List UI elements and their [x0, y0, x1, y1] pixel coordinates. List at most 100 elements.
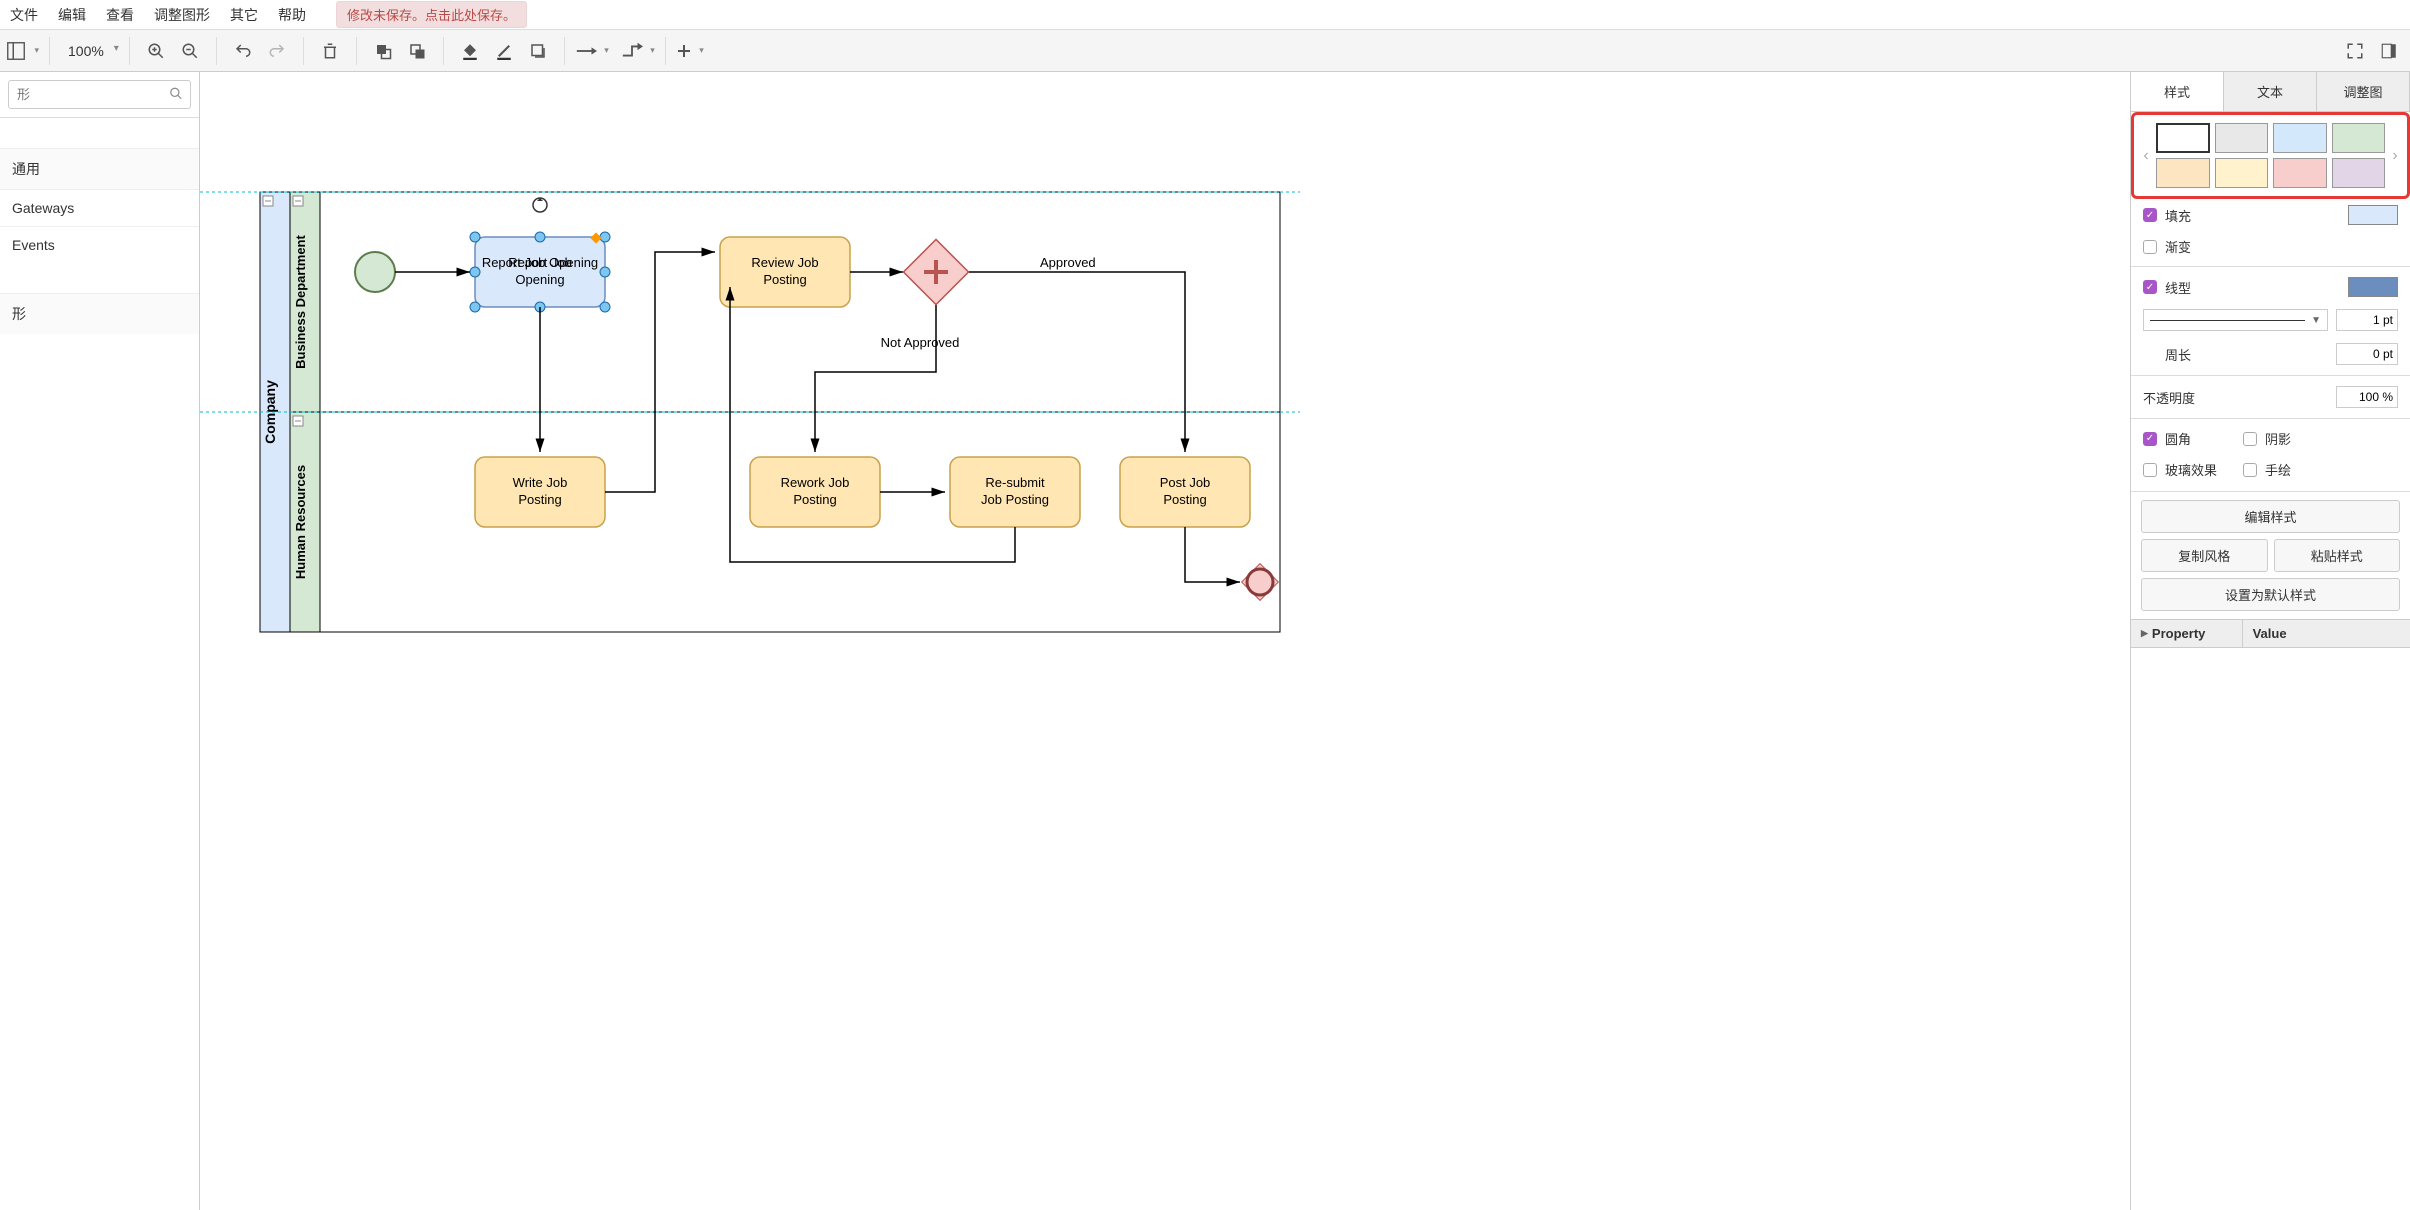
preset-swatch-0[interactable] [2156, 123, 2210, 153]
preset-swatch-2[interactable] [2273, 123, 2327, 153]
start-event[interactable] [355, 252, 395, 292]
line-style-select[interactable]: ▼ [2143, 309, 2328, 331]
svg-text:Human Resources: Human Resources [293, 465, 308, 579]
shape-search-input[interactable] [8, 80, 191, 109]
line-label: 线型 [2165, 278, 2340, 297]
delete-button[interactable] [314, 35, 346, 67]
col-property: Property [2152, 626, 2205, 641]
presets-prev-icon[interactable]: ‹ [2138, 147, 2154, 165]
line-color-well[interactable] [2348, 277, 2398, 297]
preset-swatch-5[interactable] [2215, 158, 2269, 188]
perimeter-input[interactable] [2336, 343, 2398, 365]
rounded-label: 圆角 [2165, 429, 2235, 448]
task-write-job-posting[interactable]: Write Job Posting [475, 457, 605, 527]
svg-text:Posting: Posting [1163, 492, 1206, 507]
task-resubmit-job-posting[interactable]: Re-submit Job Posting [950, 457, 1080, 527]
svg-text:Report Job: Report Job [508, 255, 572, 270]
section-events[interactable]: Events [0, 227, 199, 263]
property-table: ▶Property Value [2131, 619, 2410, 648]
shadow-button[interactable] [522, 35, 554, 67]
paste-style-button[interactable]: 粘贴样式 [2274, 539, 2401, 572]
svg-text:Opening: Opening [515, 272, 564, 287]
insert-dropdown[interactable] [676, 43, 704, 59]
preset-swatch-1[interactable] [2215, 123, 2269, 153]
unsaved-notice[interactable]: 修改未保存。点击此处保存。 [336, 1, 527, 28]
zoom-level[interactable]: 100% [60, 43, 119, 59]
view-mode-dropdown[interactable] [5, 40, 39, 62]
preset-swatch-7[interactable] [2332, 158, 2386, 188]
rotate-handle-icon[interactable] [533, 198, 547, 212]
connection-dropdown[interactable] [575, 44, 609, 58]
to-front-button[interactable] [367, 35, 399, 67]
format-panel: 样式 文本 调整图 ‹ › ✓ 填充 渐变 ✓ 线型 [2130, 72, 2410, 1210]
svg-text:Not Approved: Not Approved [881, 335, 960, 350]
svg-text:Review Job: Review Job [751, 255, 818, 270]
task-review-job-posting[interactable]: Review Job Posting [720, 237, 850, 307]
edit-style-button[interactable]: 编辑样式 [2141, 500, 2400, 533]
preset-swatch-3[interactable] [2332, 123, 2386, 153]
zoom-in-button[interactable] [140, 35, 172, 67]
preset-swatch-4[interactable] [2156, 158, 2210, 188]
shadow-checkbox[interactable] [2243, 432, 2257, 446]
menu-edit[interactable]: 编辑 [58, 5, 86, 25]
tab-style[interactable]: 样式 [2131, 72, 2224, 111]
redo-button[interactable] [261, 35, 293, 67]
shadow-label: 阴影 [2265, 429, 2398, 448]
menu-view[interactable]: 查看 [106, 5, 134, 25]
sketch-label: 手绘 [2265, 460, 2398, 479]
menu-bar: 文件 编辑 查看 调整图形 其它 帮助 修改未保存。点击此处保存。 [0, 0, 2410, 30]
opacity-input[interactable] [2336, 386, 2398, 408]
svg-text:Job Posting: Job Posting [981, 492, 1049, 507]
style-presets-highlighted: ‹ › [2131, 112, 2410, 199]
svg-text:Write Job: Write Job [513, 475, 568, 490]
svg-text:Business Department: Business Department [293, 235, 308, 369]
menu-file[interactable]: 文件 [10, 5, 38, 25]
menu-arrange[interactable]: 调整图形 [154, 5, 210, 25]
line-color-button[interactable] [488, 35, 520, 67]
presets-next-icon[interactable]: › [2387, 147, 2403, 165]
shapes-sidebar: 通用 Gateways Events 形 [0, 72, 200, 1210]
section-shapes[interactable]: 形 [0, 294, 199, 334]
menu-extras[interactable]: 其它 [230, 5, 258, 25]
section-general[interactable]: 通用 [0, 149, 199, 189]
waypoint-dropdown[interactable] [621, 42, 655, 60]
section-gateways[interactable]: Gateways [0, 190, 199, 226]
fill-checkbox[interactable]: ✓ [2143, 208, 2157, 222]
toolbar: 100% [0, 30, 2410, 72]
canvas[interactable]: Company Business Department Human Resour… [200, 72, 2130, 1210]
menu-help[interactable]: 帮助 [278, 5, 306, 25]
fill-color-well[interactable] [2348, 205, 2398, 225]
sketch-checkbox[interactable] [2243, 463, 2257, 477]
gradient-checkbox[interactable] [2143, 240, 2157, 254]
svg-text:Company: Company [262, 380, 278, 444]
glass-label: 玻璃效果 [2165, 460, 2235, 479]
end-event[interactable] [1242, 564, 1279, 601]
tab-arrange[interactable]: 调整图 [2317, 72, 2410, 111]
opacity-label: 不透明度 [2143, 388, 2328, 407]
search-icon[interactable] [169, 86, 183, 103]
format-panel-button[interactable] [2373, 35, 2405, 67]
zoom-out-button[interactable] [174, 35, 206, 67]
line-checkbox[interactable]: ✓ [2143, 280, 2157, 294]
task-report-job-opening[interactable]: Report Job Opening Report Job Opening [470, 198, 610, 312]
undo-button[interactable] [227, 35, 259, 67]
svg-text:Posting: Posting [518, 492, 561, 507]
gateway-approval[interactable] [903, 239, 968, 304]
task-rework-job-posting[interactable]: Rework Job Posting [750, 457, 880, 527]
fill-color-button[interactable] [454, 35, 486, 67]
set-default-style-button[interactable]: 设置为默认样式 [2141, 578, 2400, 611]
to-back-button[interactable] [401, 35, 433, 67]
fullscreen-button[interactable] [2339, 35, 2371, 67]
task-post-job-posting[interactable]: Post Job Posting [1120, 457, 1250, 527]
copy-style-button[interactable]: 复制风格 [2141, 539, 2268, 572]
tab-text[interactable]: 文本 [2224, 72, 2317, 111]
svg-text:Approved: Approved [1040, 255, 1096, 270]
perimeter-label: 周长 [2143, 345, 2328, 364]
svg-text:Posting: Posting [793, 492, 836, 507]
preset-swatch-6[interactable] [2273, 158, 2327, 188]
gradient-label: 渐变 [2165, 237, 2398, 256]
line-width-input[interactable] [2336, 309, 2398, 331]
glass-checkbox[interactable] [2143, 463, 2157, 477]
triangle-icon[interactable]: ▶ [2141, 628, 2148, 639]
rounded-checkbox[interactable]: ✓ [2143, 432, 2157, 446]
